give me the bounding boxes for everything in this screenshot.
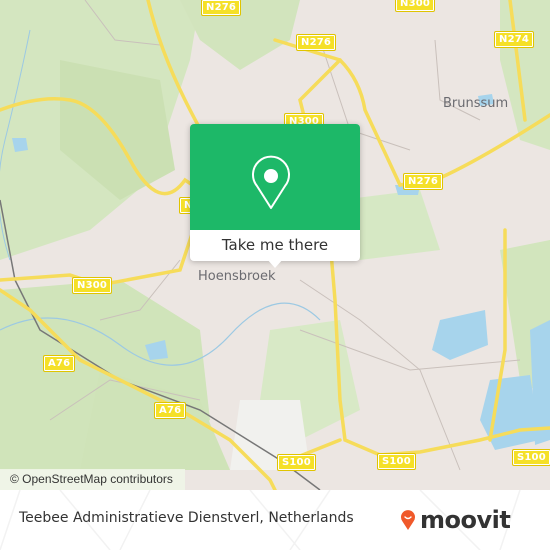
road-shield-n300: N300	[394, 0, 436, 12]
map-view[interactable]: N276 N300 N276 N274 N300 N276 N N300 A76…	[0, 0, 550, 490]
road-shield-n274: N274	[493, 31, 535, 48]
take-me-there-button[interactable]: Take me there	[190, 230, 360, 261]
map-pin-icon	[252, 155, 290, 209]
road-shield-a76: A76	[153, 402, 187, 419]
location-popup[interactable]: Take me there	[190, 124, 360, 268]
popup-header	[190, 124, 360, 230]
map-attribution[interactable]: © OpenStreetMap contributors	[0, 469, 185, 490]
road-shield-n300: N300	[71, 277, 113, 294]
location-title: Teebee Administratieve Dienstverl, Nethe…	[19, 510, 354, 526]
moovit-pin-icon	[401, 510, 415, 530]
road-shield-s100: S100	[277, 454, 316, 471]
road-shield-s100: S100	[512, 449, 550, 466]
footer-bar: Teebee Administratieve Dienstverl, Nethe…	[0, 490, 550, 550]
popup-pointer	[266, 258, 284, 268]
road-shield-n276: N276	[295, 34, 337, 51]
moovit-logo[interactable]: moovit	[400, 500, 511, 540]
place-label-brunssum: Brunssum	[443, 96, 509, 111]
road-shield-a76: A76	[42, 355, 76, 372]
place-label-hoensbroek: Hoensbroek	[198, 269, 276, 284]
moovit-wordmark: moovit	[420, 506, 511, 534]
road-shield-n276: N276	[402, 173, 444, 190]
road-shield-s100: S100	[377, 453, 416, 470]
road-shield-n276: N276	[200, 0, 242, 16]
